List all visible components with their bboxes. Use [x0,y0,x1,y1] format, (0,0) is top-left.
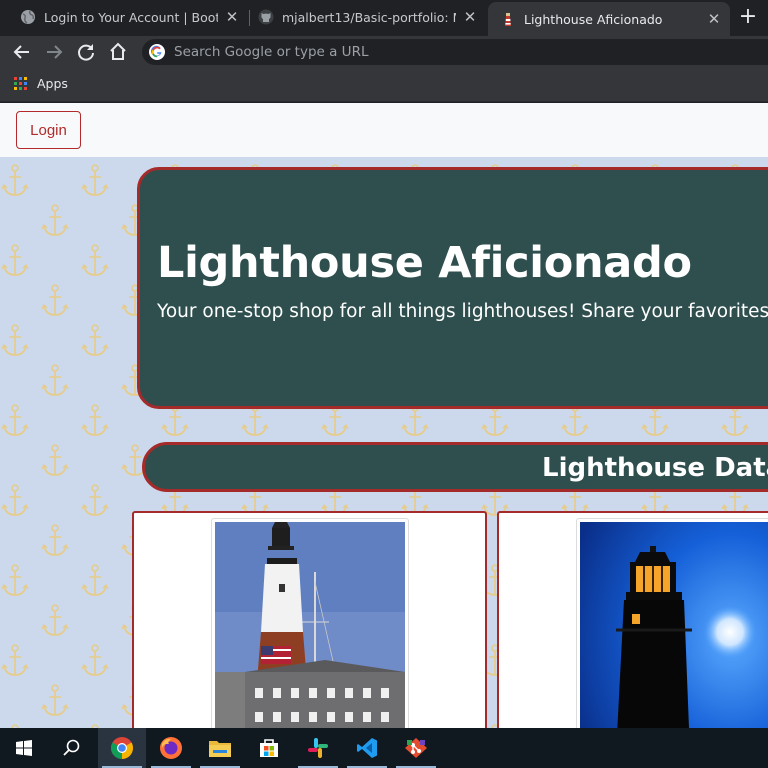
montauk-lighthouse-photo [215,522,405,728]
vscode-icon[interactable] [343,728,391,768]
firefox-icon[interactable] [147,728,195,768]
close-icon[interactable]: ✕ [706,11,722,27]
page-lead-text: Your one-stop shop for all things lighth… [157,301,768,322]
tab-login-bootcamp[interactable]: Login to Your Account | Bootcamp ✕ [12,0,248,34]
omnibox-placeholder: Search Google or type a URL [174,44,369,60]
back-arrow-icon[interactable] [10,40,34,64]
lighthouse-favicon [505,13,511,26]
login-button[interactable]: Login [16,111,81,149]
slack-icon[interactable] [294,728,342,768]
jumbotron: Lighthouse Aficionado Your one-stop shop… [137,167,768,409]
apps-label: Apps [37,76,68,91]
tab-title: mjalbert13/Basic-portfolio: My portfolio [282,9,456,25]
github-icon [258,9,274,25]
page-title: Lighthouse Aficionado [157,238,692,288]
windows-taskbar [0,728,768,768]
globe-icon [21,10,35,24]
google-icon [149,44,165,60]
forward-arrow-icon[interactable] [42,40,66,64]
tab-title: Lighthouse Aficionado [524,11,663,27]
site-navbar: Login [0,103,768,157]
close-icon[interactable]: ✕ [224,9,240,25]
reload-icon[interactable] [74,40,98,64]
apps-shortcut[interactable]: Apps [14,76,68,91]
tab-title: Login to Your Account | Bootcamp [44,9,218,25]
web-page: Login Lighthouse Aficionado Your one-sto… [0,103,768,728]
microsoft-store-icon[interactable] [245,728,293,768]
home-icon[interactable] [106,40,130,64]
new-tab-icon[interactable]: + [736,6,760,30]
bookmarks-bar: Apps [0,68,768,102]
git-icon[interactable] [392,728,440,768]
tab-lighthouse-aficionado[interactable]: Lighthouse Aficionado ✕ [488,2,730,36]
windows-start-icon[interactable] [0,728,48,768]
omnibox[interactable]: Search Google or type a URL [142,39,768,65]
night-lighthouse-photo [580,522,768,728]
tab-github-portfolio[interactable]: mjalbert13/Basic-portfolio: My portfolio… [250,0,486,34]
database-section-banner: Lighthouse Database [142,442,768,492]
card-thumbnail [576,518,768,728]
browser-toolbar: Search Google or type a URL [0,36,768,68]
section-title: Lighthouse Database [542,453,768,483]
lighthouse-card[interactable] [497,511,768,728]
apps-grid-icon [14,77,27,90]
close-icon[interactable]: ✕ [462,9,478,25]
tab-strip: Login to Your Account | Bootcamp ✕ mjalb… [0,0,768,36]
file-explorer-icon[interactable] [196,728,244,768]
chrome-icon[interactable] [98,728,146,768]
search-icon[interactable] [48,728,96,768]
card-thumbnail [211,518,409,728]
lighthouse-card[interactable] [132,511,487,728]
